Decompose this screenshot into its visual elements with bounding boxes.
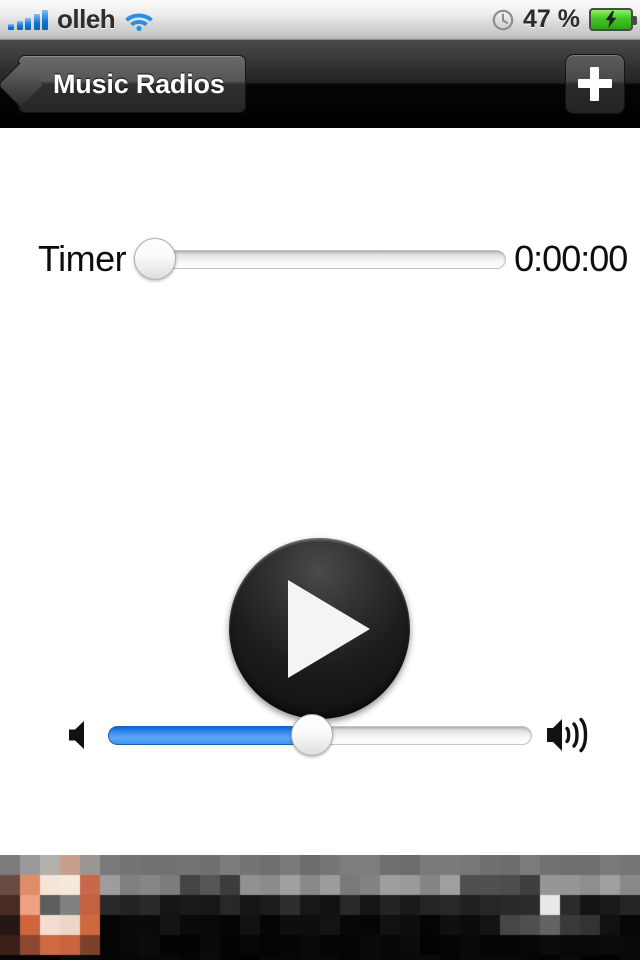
timer-slider[interactable] xyxy=(134,237,507,281)
carrier-name: olleh xyxy=(57,4,116,34)
back-button-label: Music Radios xyxy=(53,68,225,99)
speaker-low-icon xyxy=(69,721,84,749)
play-button[interactable] xyxy=(229,538,410,719)
battery-percent-label: 47 % xyxy=(523,5,580,33)
status-bar-left: olleh xyxy=(0,4,492,35)
signal-bars-icon xyxy=(8,9,48,30)
status-bar-right: 47 % xyxy=(492,5,640,34)
timer-value: 0:00:00 xyxy=(514,238,628,279)
wifi-icon xyxy=(125,13,153,31)
advertisement-pixelated-content xyxy=(0,855,640,960)
navigation-bar: Music Radios xyxy=(0,40,640,128)
battery-charging-icon xyxy=(589,8,637,31)
alarm-clock-icon xyxy=(492,9,514,30)
status-bar: olleh 47 % xyxy=(0,0,640,40)
volume-slider-fill xyxy=(108,725,313,745)
timer-label: Timer xyxy=(38,238,127,279)
volume-row xyxy=(0,705,640,765)
phone-screen: olleh 47 % Music Radios Timer 0:00:00 xyxy=(0,0,640,960)
volume-slider[interactable] xyxy=(108,713,532,757)
play-triangle-icon xyxy=(287,579,370,678)
back-button[interactable]: Music Radios xyxy=(18,55,246,113)
timer-slider-knob[interactable] xyxy=(134,238,177,280)
add-button[interactable] xyxy=(565,54,625,114)
timer-row: Timer 0:00:00 xyxy=(0,229,640,289)
advertisement-banner[interactable] xyxy=(0,855,640,960)
timer-slider-track[interactable] xyxy=(134,249,507,269)
lightning-bolt-icon xyxy=(605,11,617,28)
volume-slider-knob[interactable] xyxy=(291,714,334,756)
speaker-high-icon xyxy=(547,717,588,753)
player-content: Timer 0:00:00 xyxy=(0,129,640,855)
plus-icon xyxy=(578,67,612,101)
